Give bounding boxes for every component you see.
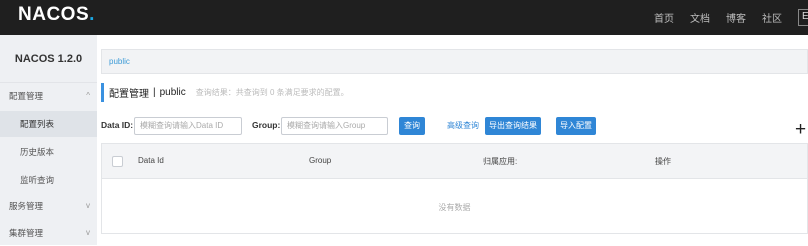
sidebar-item-label: 服务管理: [9, 201, 44, 211]
sidebar-item-label: 集群管理: [9, 228, 44, 238]
nav-home[interactable]: 首页: [654, 10, 674, 25]
column-header-app[interactable]: 归属应用:: [483, 156, 517, 167]
sidebar-item-config-list[interactable]: 配置列表: [0, 111, 97, 137]
group-input[interactable]: 模糊查询请输入Group: [281, 117, 388, 135]
chevron-down-icon: v: [86, 201, 90, 210]
sidebar-item-history[interactable]: 历史版本: [0, 139, 97, 165]
export-button[interactable]: 导出查询结果: [485, 117, 541, 135]
chevron-up-icon: ^: [86, 91, 90, 100]
select-all-checkbox[interactable]: [112, 156, 123, 167]
sidebar-item-service-management[interactable]: 服务管理 v: [0, 193, 97, 219]
sidebar-item-cluster-management[interactable]: 集群管理 v: [0, 220, 97, 246]
sidebar-item-listener-query[interactable]: 监听查询: [0, 167, 97, 193]
table-header: Data Id Group 归属应用: 操作: [102, 144, 807, 179]
dataid-input[interactable]: 模糊查询请输入Data ID: [134, 117, 242, 135]
column-header-group[interactable]: Group: [309, 156, 331, 165]
sidebar: NACOS 1.2.0 配置管理 ^ 配置列表 历史版本 监听查询 服务管理 v…: [0, 35, 97, 245]
sidebar-item-label: 监听查询: [20, 175, 55, 185]
nacos-logo[interactable]: NACOS.: [18, 4, 95, 26]
sidebar-item-label: 配置列表: [20, 119, 55, 129]
nav-docs[interactable]: 文档: [690, 10, 710, 25]
sidebar-item-label: 配置管理: [9, 91, 44, 101]
chevron-down-icon: v: [86, 228, 90, 237]
nav-community[interactable]: 社区: [762, 10, 782, 25]
namespace-public-link[interactable]: public: [109, 57, 130, 66]
sidebar-title: NACOS 1.2.0: [0, 35, 97, 83]
title-separator: |: [153, 87, 156, 98]
logo-text: NACOS: [18, 4, 90, 25]
sidebar-item-config-management[interactable]: 配置管理 ^: [0, 83, 97, 109]
page-title-row: 配置管理 | public 查询结果：共查询到 0 条满足要求的配置。: [101, 83, 349, 102]
add-config-icon[interactable]: +: [795, 120, 806, 139]
group-label: Group:: [252, 120, 281, 130]
config-table: Data Id Group 归属应用: 操作 没有数据: [101, 143, 808, 234]
top-header: NACOS. 首页 文档 博客 社区 En: [0, 0, 808, 35]
top-nav: 首页 文档 博客 社区 En: [654, 0, 808, 35]
advanced-query-link[interactable]: 高级查询: [447, 120, 479, 131]
import-button[interactable]: 导入配置: [556, 117, 596, 135]
query-result-hint: 查询结果：共查询到 0 条满足要求的配置。: [195, 88, 349, 97]
dataid-label: Data ID:: [101, 120, 134, 130]
namespace-bar: public: [101, 49, 808, 74]
search-button[interactable]: 查询: [399, 117, 425, 135]
page-title: 配置管理: [109, 89, 149, 100]
logo-dot: .: [89, 4, 95, 25]
column-header-actions: 操作: [655, 157, 671, 166]
page-namespace: public: [159, 87, 186, 98]
language-switch[interactable]: En: [798, 9, 808, 26]
column-header-dataid[interactable]: Data Id: [138, 156, 164, 165]
nav-blog[interactable]: 博客: [726, 10, 746, 25]
sidebar-item-label: 历史版本: [20, 147, 55, 157]
empty-table-text: 没有数据: [438, 203, 471, 212]
